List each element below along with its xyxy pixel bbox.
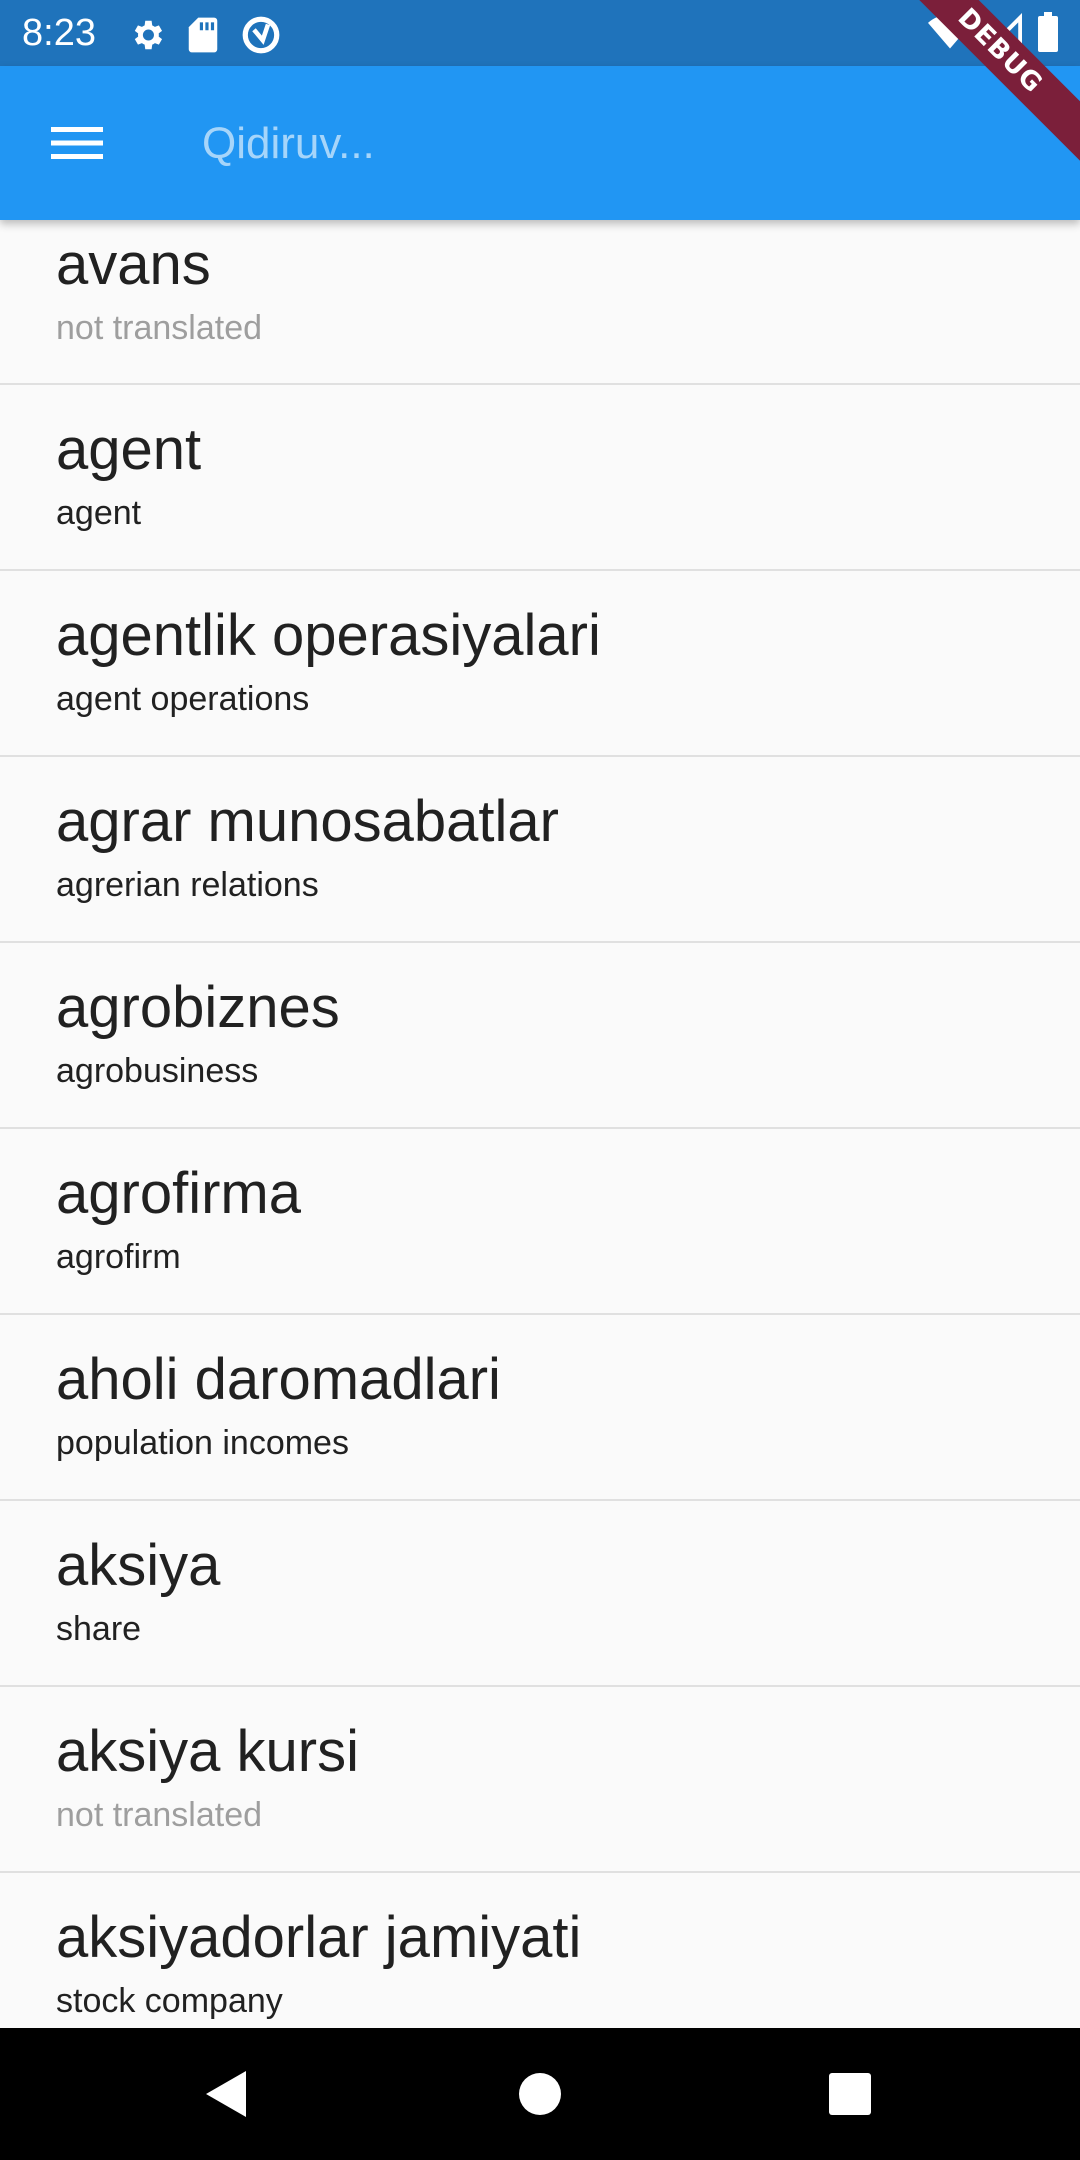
list-item[interactable]: aksiyadorlar jamiyati stock company: [0, 1873, 1080, 2028]
list-item[interactable]: agent agent: [0, 385, 1080, 571]
word-translation: not translated: [56, 309, 263, 347]
word-term: aksiyadorlar jamiyati: [56, 1905, 582, 1970]
word-term: avans: [56, 232, 211, 297]
word-term: aholi daromadlari: [56, 1347, 501, 1412]
list-item[interactable]: agentlik operasiyalari agent operations: [0, 571, 1080, 757]
word-translation: agrofirm: [56, 1238, 181, 1276]
back-button[interactable]: [196, 2064, 256, 2124]
word-translation: agrerian relations: [56, 866, 319, 904]
list-item[interactable]: agrar munosabatlar agrerian relations: [0, 757, 1080, 943]
status-time: 8:23: [22, 12, 96, 54]
list-item[interactable]: agrofirma agrofirm: [0, 1129, 1080, 1315]
home-icon: [518, 2072, 562, 2116]
word-translation: agent: [56, 494, 142, 532]
status-bar: 8:23: [0, 0, 1080, 66]
hamburger-menu-icon: [51, 125, 103, 161]
back-icon: [204, 2069, 248, 2119]
home-button[interactable]: [510, 2064, 570, 2124]
menu-button[interactable]: [32, 111, 122, 175]
word-translation: population incomes: [56, 1424, 349, 1462]
word-translation: agent operations: [56, 680, 310, 718]
word-term: aksiya: [56, 1533, 221, 1598]
word-term: agrofirma: [56, 1161, 301, 1226]
list-item[interactable]: aholi daromadlari population incomes: [0, 1315, 1080, 1501]
search-input[interactable]: [200, 111, 964, 177]
list-item[interactable]: avans not translated: [0, 220, 1080, 385]
data-saver-icon: [240, 14, 282, 56]
word-translation: stock company: [56, 1982, 283, 2020]
word-translation: agrobusiness: [56, 1052, 259, 1090]
word-list[interactable]: avans not translated agent agent agentli…: [0, 220, 1080, 2028]
sd-card-icon: [186, 16, 220, 54]
status-icons-left: [128, 14, 282, 56]
word-term: agrobiznes: [56, 975, 340, 1040]
word-term: agentlik operasiyalari: [56, 603, 601, 668]
battery-icon: [1036, 12, 1060, 52]
list-item[interactable]: aksiya kursi not translated: [0, 1687, 1080, 1873]
word-term: agent: [56, 417, 202, 482]
app-bar: [0, 66, 1080, 220]
list-item[interactable]: agrobiznes agrobusiness: [0, 943, 1080, 1129]
recents-button[interactable]: [820, 2064, 880, 2124]
list-item[interactable]: aksiya share: [0, 1501, 1080, 1687]
recents-icon: [828, 2072, 872, 2116]
word-translation: not translated: [56, 1796, 263, 1834]
navigation-bar: [0, 2028, 1080, 2160]
word-translation: share: [56, 1610, 142, 1648]
word-term: aksiya kursi: [56, 1719, 359, 1784]
word-term: agrar munosabatlar: [56, 789, 559, 854]
gear-icon: [128, 16, 166, 54]
